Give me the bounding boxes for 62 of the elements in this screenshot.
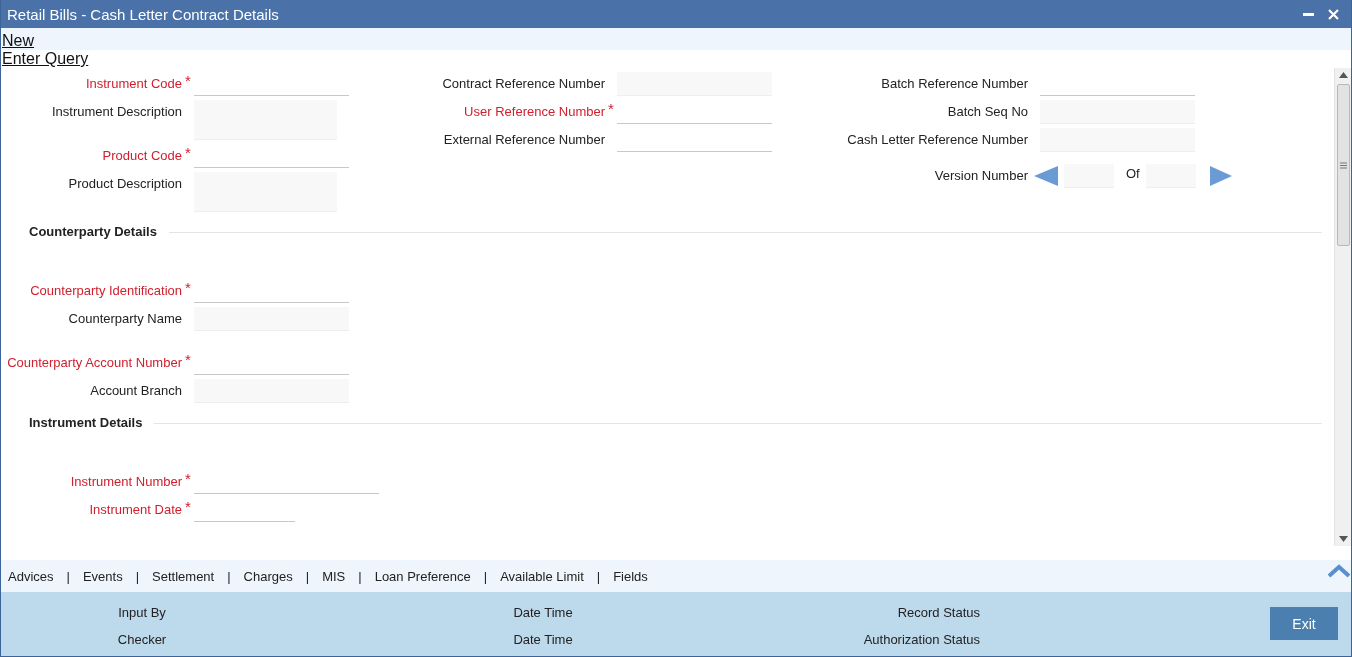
- chevron-up-icon[interactable]: [1327, 564, 1351, 578]
- required-mark: *: [607, 100, 615, 118]
- window-title: Retail Bills - Cash Letter Contract Details: [7, 5, 279, 23]
- field-label: Counterparty Name: [67, 310, 182, 328]
- close-icon[interactable]: [1328, 8, 1339, 20]
- tab-separator: |: [596, 568, 601, 584]
- scrollbar-thumb[interactable]: [1336, 84, 1350, 246]
- tab-link[interactable]: MIS: [322, 568, 346, 584]
- audit-label: Record Status: [896, 604, 980, 622]
- audit-label: Authorization Status: [862, 631, 980, 649]
- required-mark: *: [184, 144, 192, 162]
- field-label: External Reference Number: [442, 131, 605, 149]
- audit-label: Date Time: [512, 631, 574, 649]
- section-title: Instrument Details: [29, 415, 144, 431]
- field-label: Batch Seq No: [946, 103, 1028, 121]
- tab-link[interactable]: Available Limit: [500, 568, 584, 584]
- scroll-up-icon[interactable]: [1338, 72, 1348, 78]
- tab-link[interactable]: Loan Preference: [374, 568, 471, 584]
- field-label: Instrument Number: [69, 473, 182, 491]
- tab-separator: |: [66, 568, 70, 584]
- minimize-icon[interactable]: [1303, 12, 1314, 16]
- field-label: Counterparty Identification: [29, 282, 182, 300]
- tab-link[interactable]: Events: [82, 568, 123, 584]
- audit-label: Date Time: [512, 604, 574, 622]
- tab-link[interactable]: Charges: [243, 568, 293, 584]
- tab-link[interactable]: Settlement: [152, 568, 215, 584]
- scroll-down-icon[interactable]: [1338, 536, 1348, 542]
- field-label: Account Branch: [89, 382, 182, 400]
- field-label: Instrument Date: [88, 501, 182, 519]
- field-label: Instrument Description: [50, 103, 182, 121]
- exit-button[interactable]: Exit: [1270, 607, 1338, 640]
- previous-arrow-icon[interactable]: [1034, 166, 1058, 186]
- tab-separator: |: [135, 568, 140, 584]
- audit-label: Checker: [116, 631, 168, 649]
- tab-separator: |: [227, 568, 231, 584]
- required-mark: *: [184, 279, 192, 297]
- field-label: User Reference Number: [463, 103, 605, 121]
- tab-link[interactable]: Advices: [8, 568, 54, 584]
- field-label: Cash Letter Reference Number: [846, 131, 1028, 149]
- menu-link[interactable]: New: [1, 28, 1351, 50]
- field-label: Product Code: [101, 147, 182, 165]
- of-label: Of: [1126, 165, 1140, 183]
- tab-separator: |: [483, 568, 488, 584]
- field-label: Instrument Code: [84, 75, 182, 93]
- tab-separator: |: [305, 568, 310, 584]
- required-mark: *: [184, 72, 192, 90]
- required-mark: *: [184, 351, 192, 369]
- scrollbar[interactable]: [1334, 68, 1351, 546]
- grip-icon: [1339, 161, 1347, 169]
- next-arrow-icon[interactable]: [1209, 166, 1232, 186]
- required-mark: *: [184, 470, 192, 488]
- tab-separator: |: [358, 568, 362, 584]
- required-mark: *: [184, 498, 192, 516]
- field-label: Batch Reference Number: [880, 75, 1028, 93]
- menu-link[interactable]: Enter Query: [1, 50, 1351, 68]
- field-label: Product Description: [67, 175, 182, 193]
- section-title: Counterparty Details: [29, 224, 158, 240]
- tab-link[interactable]: Fields: [613, 568, 648, 584]
- audit-label: Input By: [117, 604, 167, 622]
- field-label: Contract Reference Number: [441, 75, 605, 93]
- field-label: Version Number: [933, 167, 1028, 185]
- field-label: Counterparty Account Number: [6, 354, 182, 372]
